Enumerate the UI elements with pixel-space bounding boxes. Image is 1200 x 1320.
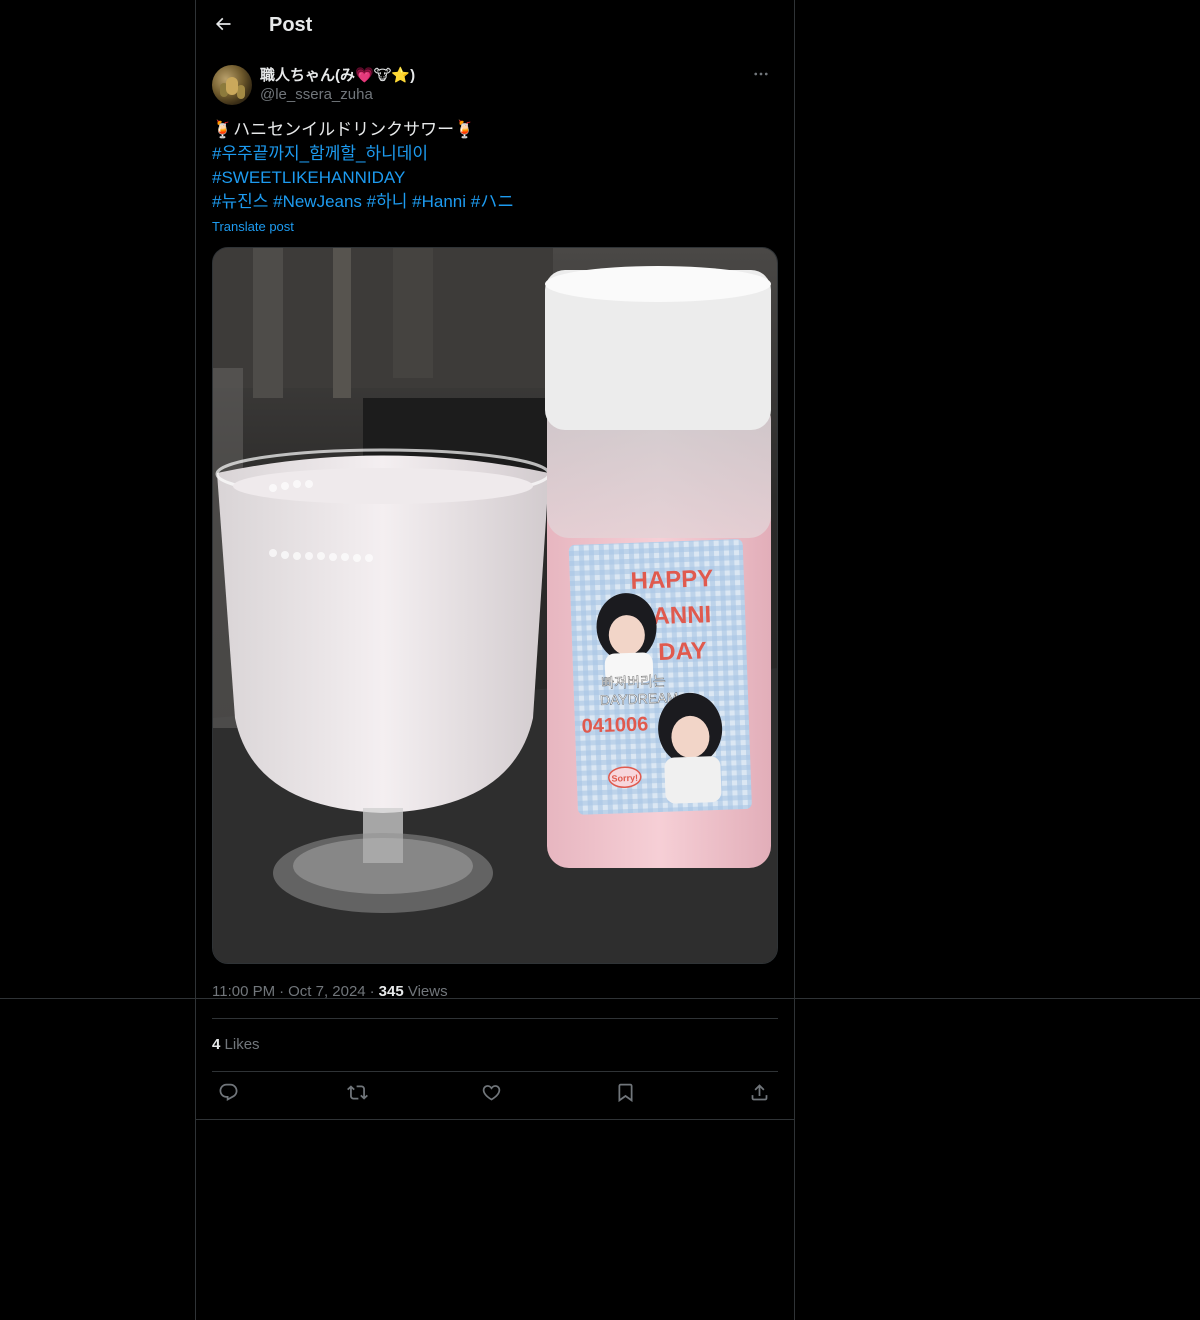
post-time[interactable]: 11:00 PM [212,983,275,1000]
action-bar [212,1078,778,1112]
more-button[interactable] [744,64,778,88]
likes-stat[interactable]: 4 Likes [212,1036,260,1053]
hashtag-link[interactable]: #ハニ [471,192,514,211]
divider [212,1071,778,1072]
back-button[interactable] [206,9,240,43]
repost-icon [346,1082,368,1108]
likes-label: Likes [224,1036,260,1053]
repost-button[interactable] [340,1078,374,1112]
hashtag-link[interactable]: #하니 [367,192,408,211]
author-display-name[interactable]: 職人ちゃん(み💗🐮⭐) [260,64,415,85]
reply-button[interactable] [211,1078,245,1112]
share-icon [749,1082,770,1108]
divider [212,1018,778,1019]
views-count: 345 [378,983,404,1000]
post-metadata: 11:00 PM · Oct 7, 2024 · 345 Views [212,983,448,1000]
label-text: DAY [658,637,707,666]
page-title: Post [269,14,313,36]
hashtag-link[interactable]: #SWEETLIKEHANNIDAY [212,166,778,190]
like-button[interactable] [474,1078,508,1112]
label-text: Sorry! [611,773,638,784]
post-column: Post 職人ちゃん(み💗🐮⭐) @le_ssera_zuha 🍹ハニセンイルド… [195,0,795,1320]
arrow-left-icon [213,14,233,39]
hashtag-link[interactable]: #뉴진스 [212,192,268,211]
translate-post-link[interactable]: Translate post [212,219,294,234]
likes-count: 4 [212,1036,221,1053]
post-photo[interactable]: HAPPY HANNI DAY 빠져버리는 DAYDREAM 041006 So… [212,247,778,964]
bookmark-button[interactable] [608,1078,642,1112]
post-date[interactable]: Oct 7, 2024 [288,983,366,1000]
post-author: 職人ちゃん(み💗🐮⭐) @le_ssera_zuha [212,64,778,108]
reply-icon [218,1082,239,1108]
heart-icon [481,1082,502,1108]
label-text: 041006 [581,713,648,737]
views-label: Views [407,983,448,1000]
post-bottom-border [196,1119,794,1120]
hashtag-row: #뉴진스 #NewJeans #하니 #Hanni #ハニ [212,190,778,214]
hashtag-link[interactable]: #Hanni [412,192,466,211]
top-bar: Post [196,0,794,54]
author-handle[interactable]: @le_ssera_zuha [260,86,373,103]
post-text-line: 🍹ハニセンイルドリンクサワー🍹 [212,120,476,140]
more-horizontal-icon [752,65,770,88]
hashtag-link[interactable]: #NewJeans [273,192,362,211]
avatar[interactable] [212,65,252,105]
separator: · [369,983,375,1000]
separator: · [279,983,285,1000]
share-button[interactable] [742,1078,776,1112]
label-text: 빠져버리는 [601,673,666,691]
hashtag-link[interactable]: #우주끝까지_함께할_하니데이 [212,142,778,166]
post-text: 🍹ハニセンイルドリンクサワー🍹 #우주끝까지_함께할_하니데이 #SWEETLI… [212,118,778,214]
label-text: HAPPY [630,565,714,595]
bookmark-icon [615,1082,636,1108]
